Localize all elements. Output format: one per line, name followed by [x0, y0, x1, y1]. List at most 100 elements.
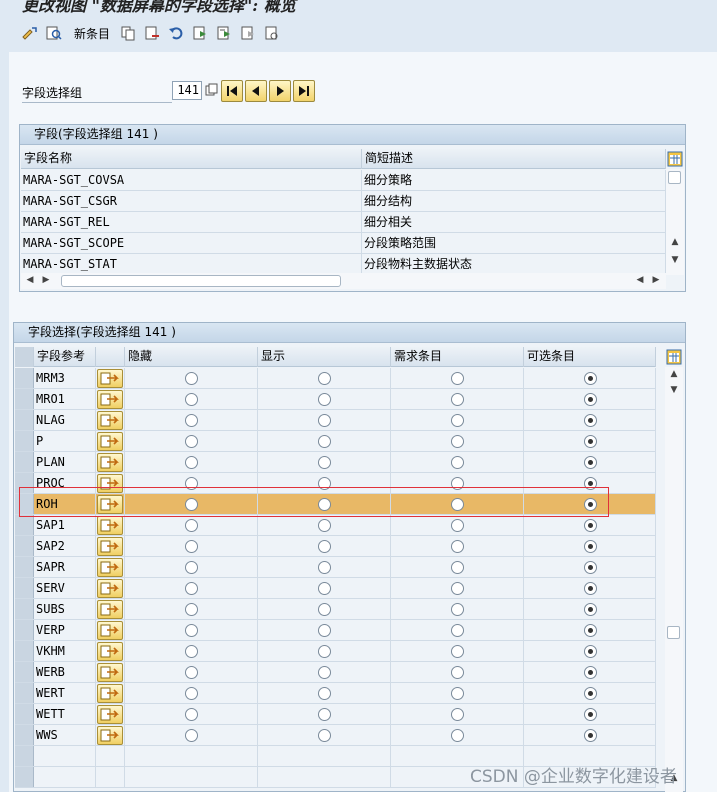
option-radio[interactable]	[451, 414, 464, 427]
option-radio[interactable]	[185, 456, 198, 469]
print-icon[interactable]	[262, 23, 282, 43]
option-radio[interactable]	[318, 582, 331, 595]
option-radio[interactable]	[451, 687, 464, 700]
option-radio[interactable]	[584, 372, 597, 385]
option-radio[interactable]	[318, 519, 331, 532]
detail-button[interactable]	[97, 390, 123, 409]
table-row[interactable]: WERB	[15, 662, 656, 683]
last-page-button[interactable]	[293, 80, 315, 102]
table-row[interactable]: MARA-SGT_CSGR 细分结构	[21, 191, 666, 212]
table-row[interactable]: WWS	[15, 725, 656, 746]
option-radio[interactable]	[451, 435, 464, 448]
option-radio[interactable]	[318, 666, 331, 679]
option-radio[interactable]	[185, 729, 198, 742]
table-settings-icon[interactable]	[666, 349, 682, 365]
table-row[interactable]: SERV	[15, 578, 656, 599]
option-radio[interactable]	[451, 519, 464, 532]
option-radio[interactable]	[185, 414, 198, 427]
option-radio[interactable]	[451, 456, 464, 469]
column-header-required[interactable]: 需求条目	[391, 347, 524, 367]
table-row[interactable]: WETT	[15, 704, 656, 725]
table-row[interactable]: SUBS	[15, 599, 656, 620]
option-radio[interactable]	[584, 456, 597, 469]
option-radio[interactable]	[584, 582, 597, 595]
option-radio[interactable]	[584, 708, 597, 721]
fields-horizontal-scrollbar[interactable]: ◀ ▶ ◀ ▶	[21, 273, 666, 289]
undo-icon[interactable]	[166, 23, 186, 43]
option-radio[interactable]	[451, 582, 464, 595]
column-header-hide[interactable]: 隐藏	[125, 347, 258, 367]
selection-vertical-scrollbar[interactable]: ▲ ▼ ▲	[665, 367, 683, 792]
option-radio[interactable]	[584, 393, 597, 406]
table-row[interactable]: VERP	[15, 620, 656, 641]
column-header-display[interactable]: 显示	[258, 347, 391, 367]
deselect-all-icon[interactable]	[238, 23, 258, 43]
option-radio[interactable]	[185, 519, 198, 532]
next-page-button[interactable]	[269, 80, 291, 102]
option-radio[interactable]	[584, 687, 597, 700]
row-selector[interactable]	[15, 557, 34, 577]
column-header-optional[interactable]: 可选条目	[524, 347, 656, 367]
row-selector[interactable]	[15, 578, 34, 598]
table-settings-icon[interactable]	[667, 151, 683, 167]
row-selector[interactable]	[15, 620, 34, 640]
detail-button[interactable]	[97, 642, 123, 661]
table-row[interactable]: SAP1	[15, 515, 656, 536]
row-selector[interactable]	[15, 662, 34, 682]
detail-button[interactable]	[97, 663, 123, 682]
option-radio[interactable]	[185, 393, 198, 406]
scroll-thumb[interactable]	[667, 626, 680, 639]
detail-button[interactable]	[97, 726, 123, 745]
option-radio[interactable]	[584, 624, 597, 637]
option-radio[interactable]	[584, 435, 597, 448]
option-radio[interactable]	[584, 519, 597, 532]
detail-button[interactable]	[97, 579, 123, 598]
column-header-short-desc[interactable]: 简短描述	[362, 149, 666, 169]
row-selector[interactable]	[15, 452, 34, 472]
option-radio[interactable]	[451, 603, 464, 616]
scroll-right-icon[interactable]: ▶	[37, 275, 55, 285]
option-radio[interactable]	[185, 372, 198, 385]
option-radio[interactable]	[318, 708, 331, 721]
table-row[interactable]: SAP2	[15, 536, 656, 557]
row-selector[interactable]	[15, 725, 34, 745]
option-radio[interactable]	[185, 435, 198, 448]
option-radio[interactable]	[584, 645, 597, 658]
option-radio[interactable]	[451, 561, 464, 574]
detail-button[interactable]	[97, 684, 123, 703]
table-row[interactable]: MARA-SGT_SCOPE 分段策略范围	[21, 233, 666, 254]
option-radio[interactable]	[318, 687, 331, 700]
option-radio[interactable]	[185, 645, 198, 658]
copy-icon[interactable]	[205, 83, 219, 97]
row-selector[interactable]	[15, 599, 34, 619]
option-radio[interactable]	[185, 603, 198, 616]
select-all-icon[interactable]	[190, 23, 210, 43]
option-radio[interactable]	[185, 582, 198, 595]
row-selector[interactable]	[15, 389, 34, 409]
option-radio[interactable]	[318, 435, 331, 448]
option-radio[interactable]	[185, 708, 198, 721]
table-row[interactable]: MARA-SGT_REL 细分相关	[21, 212, 666, 233]
detail-button[interactable]	[97, 453, 123, 472]
option-radio[interactable]	[584, 561, 597, 574]
option-radio[interactable]	[318, 603, 331, 616]
scroll-up-icon[interactable]: ▲	[665, 369, 683, 379]
option-radio[interactable]	[185, 561, 198, 574]
option-radio[interactable]	[185, 540, 198, 553]
row-selector[interactable]	[15, 704, 34, 724]
scroll-right-icon[interactable]: ▶	[647, 275, 665, 285]
table-row[interactable]: NLAG	[15, 410, 656, 431]
option-radio[interactable]	[318, 393, 331, 406]
detail-button[interactable]	[97, 411, 123, 430]
select-all-cell[interactable]	[15, 347, 34, 367]
table-row[interactable]: MRM3	[15, 368, 656, 389]
option-radio[interactable]	[451, 540, 464, 553]
option-radio[interactable]	[584, 540, 597, 553]
table-row[interactable]: MARA-SGT_COVSA 细分策略	[21, 170, 666, 191]
option-radio[interactable]	[451, 645, 464, 658]
detail-button[interactable]	[97, 621, 123, 640]
detail-button[interactable]	[97, 537, 123, 556]
first-page-button[interactable]	[221, 80, 243, 102]
row-selector[interactable]	[15, 431, 34, 451]
option-radio[interactable]	[584, 603, 597, 616]
